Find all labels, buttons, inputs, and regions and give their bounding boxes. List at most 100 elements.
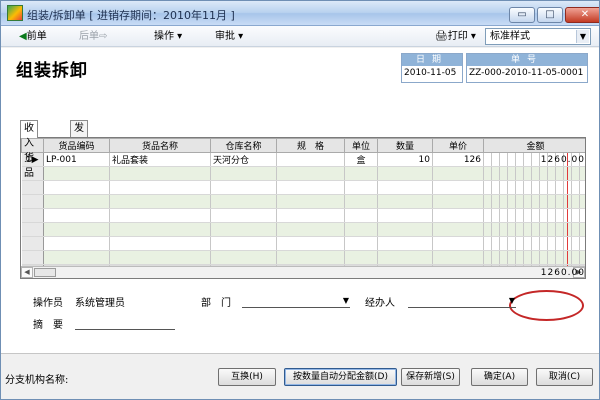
goods-name-cell[interactable]	[109, 166, 211, 181]
goods-code-cell[interactable]	[43, 236, 110, 251]
actions-menu[interactable]: 操作 ▾	[154, 29, 182, 45]
unit-price-cell[interactable]	[432, 236, 484, 251]
quantity-cell[interactable]	[377, 166, 433, 181]
amount-cell[interactable]	[483, 180, 585, 195]
unit-price-cell[interactable]	[432, 250, 484, 265]
spec-cell[interactable]	[276, 166, 345, 181]
unit-cell[interactable]	[344, 250, 378, 265]
save-new-button[interactable]: 保存新增(S)	[401, 368, 460, 386]
spec-cell[interactable]	[276, 180, 345, 195]
tab-outgoing-goods[interactable]: 发出货品	[70, 120, 88, 179]
confirm-button[interactable]: 确定(A)	[471, 368, 528, 386]
goods-name-cell[interactable]	[109, 208, 211, 223]
approve-menu[interactable]: 审批 ▾	[215, 29, 243, 45]
goods-name-cell[interactable]	[109, 180, 211, 195]
tab-income-goods[interactable]: 收入货品	[20, 120, 38, 179]
table-row[interactable]: 1▶ LP-001 礼品套装 天河分仓 盒 10 126 1260.00	[21, 152, 585, 167]
print-style-select[interactable]: 标准样式 ▼	[485, 28, 591, 45]
table-row[interactable]	[21, 236, 585, 251]
row-number[interactable]	[21, 194, 44, 209]
amount-cell[interactable]	[483, 222, 585, 237]
table-row[interactable]	[21, 194, 585, 209]
row-number[interactable]	[21, 236, 44, 251]
warehouse-cell[interactable]	[210, 166, 277, 181]
goods-name-cell[interactable]	[109, 250, 211, 265]
table-row[interactable]	[21, 222, 585, 237]
goods-name-cell[interactable]	[109, 236, 211, 251]
minimize-button[interactable]: ▭	[509, 7, 535, 23]
unit-price-cell[interactable]: 126	[432, 152, 484, 167]
unit-price-cell[interactable]	[432, 180, 484, 195]
spec-cell[interactable]	[276, 222, 345, 237]
goods-code-cell[interactable]	[43, 180, 110, 195]
warehouse-cell[interactable]: 天河分仓	[210, 152, 277, 167]
title-bar[interactable]: 组装/拆卸单 [ 进销存期间：2010年11月 ] ▭ □ ✕	[1, 1, 599, 26]
warehouse-cell[interactable]	[210, 180, 277, 195]
quantity-cell[interactable]	[377, 236, 433, 251]
warehouse-cell[interactable]	[210, 208, 277, 223]
goods-name-cell[interactable]: 礼品套装	[109, 152, 211, 167]
warehouse-cell[interactable]	[210, 236, 277, 251]
unit-price-cell[interactable]	[432, 222, 484, 237]
table-row[interactable]	[21, 250, 585, 265]
unit-price-cell[interactable]	[432, 194, 484, 209]
table-row[interactable]	[21, 180, 585, 195]
goods-code-cell[interactable]	[43, 222, 110, 237]
quantity-cell[interactable]	[377, 222, 433, 237]
spec-cell[interactable]	[276, 236, 345, 251]
spec-cell[interactable]	[276, 194, 345, 209]
maximize-button[interactable]: □	[537, 7, 563, 23]
goods-code-cell[interactable]	[43, 250, 110, 265]
print-button[interactable]: 🖨打印 ▾	[435, 29, 476, 45]
table-row[interactable]	[21, 166, 585, 181]
auto-allocate-button[interactable]: 按数量自动分配金额(D)	[284, 368, 397, 386]
scroll-thumb[interactable]	[34, 268, 56, 277]
unit-cell[interactable]	[344, 236, 378, 251]
quantity-cell[interactable]	[377, 180, 433, 195]
table-row[interactable]	[21, 208, 585, 223]
amount-cell[interactable]	[483, 166, 585, 181]
quantity-cell[interactable]	[377, 208, 433, 223]
quantity-cell[interactable]	[377, 250, 433, 265]
date-value[interactable]: 2010-11-05	[402, 66, 462, 82]
swap-button[interactable]: 互换(H)	[218, 368, 276, 386]
quantity-cell[interactable]	[377, 194, 433, 209]
goods-name-cell[interactable]	[109, 194, 211, 209]
unit-price-cell[interactable]	[432, 208, 484, 223]
row-number[interactable]	[21, 180, 44, 195]
quantity-cell[interactable]: 10	[377, 152, 433, 167]
prev-record-button[interactable]: ◀前单	[19, 29, 47, 45]
goods-code-cell[interactable]: LP-001	[43, 152, 110, 167]
unit-cell[interactable]	[344, 166, 378, 181]
next-record-button[interactable]: 后单⇨	[79, 29, 107, 45]
unit-cell[interactable]	[344, 208, 378, 223]
row-number[interactable]	[21, 222, 44, 237]
unit-price-cell[interactable]	[432, 166, 484, 181]
amount-cell[interactable]	[483, 236, 585, 251]
amount-cell[interactable]: 1260.00	[483, 152, 585, 167]
unit-cell[interactable]: 盒	[344, 152, 378, 167]
amount-cell[interactable]	[483, 208, 585, 223]
warehouse-cell[interactable]	[210, 222, 277, 237]
goods-name-cell[interactable]	[109, 222, 211, 237]
warehouse-cell[interactable]	[210, 194, 277, 209]
scroll-left-icon[interactable]: ◀	[21, 267, 33, 278]
goods-code-cell[interactable]	[43, 166, 110, 181]
cancel-button[interactable]: 取消(C)	[536, 368, 593, 386]
close-button[interactable]: ✕	[565, 7, 599, 23]
unit-cell[interactable]	[344, 180, 378, 195]
amount-cell[interactable]	[483, 250, 585, 265]
spec-cell[interactable]	[276, 152, 345, 167]
unit-cell[interactable]	[344, 194, 378, 209]
warehouse-cell[interactable]	[210, 250, 277, 265]
unit-cell[interactable]	[344, 222, 378, 237]
handler-select[interactable]: ▼	[408, 294, 516, 308]
row-number[interactable]	[21, 250, 44, 265]
amount-cell[interactable]	[483, 194, 585, 209]
bill-number-value[interactable]: ZZ-000-2010-11-05-0001	[467, 66, 587, 82]
goods-code-cell[interactable]	[43, 208, 110, 223]
spec-cell[interactable]	[276, 208, 345, 223]
goods-code-cell[interactable]	[43, 194, 110, 209]
department-select[interactable]: ▼	[242, 294, 350, 308]
summary-input[interactable]	[75, 316, 175, 330]
